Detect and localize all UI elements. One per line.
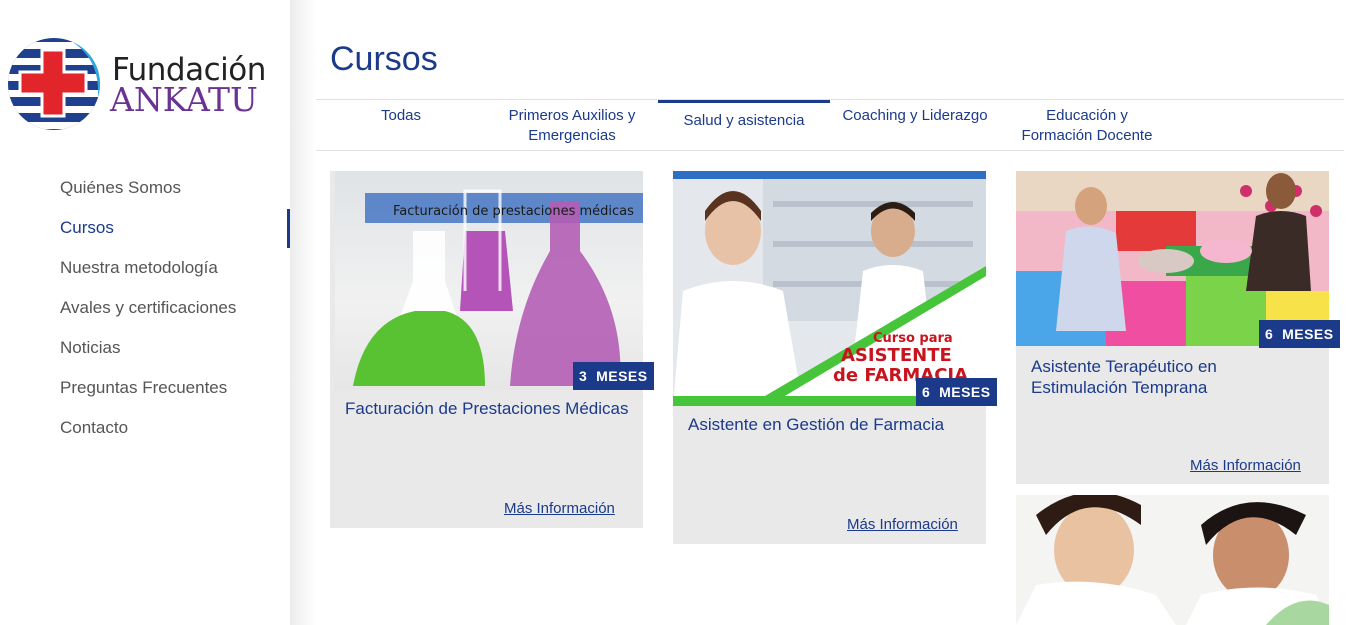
image-caption-line1: Curso para — [873, 331, 953, 346]
nav-item-contacto[interactable]: Contacto — [0, 408, 290, 448]
sidebar-nav: Quiénes Somos Cursos Nuestra metodología… — [0, 168, 290, 448]
tab-salud-asistencia[interactable]: Salud y asistencia — [658, 100, 830, 151]
nav-item-quienes-somos[interactable]: Quiénes Somos — [0, 168, 290, 208]
nav-item-avales[interactable]: Avales y certificaciones — [0, 288, 290, 328]
course-card-farmacia[interactable]: Curso para ASISTENTE de FARMACIA 6 MESES… — [673, 171, 997, 544]
tab-primeros-auxilios[interactable]: Primeros Auxilios y Emergencias — [500, 100, 644, 151]
nav-item-preguntas[interactable]: Preguntas Frecuentes — [0, 368, 290, 408]
lab-flasks-image: Facturación de prestaciones médicas — [335, 171, 643, 390]
duration-badge: 3 MESES — [573, 362, 654, 390]
nav-item-cursos[interactable]: Cursos — [0, 208, 290, 248]
course-card-estimulacion[interactable]: 6 MESES Asistente Terapéutico en Estimul… — [1016, 171, 1340, 484]
more-info-link[interactable]: Más Información — [504, 500, 615, 517]
more-info-link[interactable]: Más Información — [1190, 457, 1301, 474]
image-caption-line2: ASISTENTE — [841, 345, 952, 366]
tab-coaching[interactable]: Coaching y Liderazgo — [840, 100, 990, 151]
course-title[interactable]: Facturación de Prestaciones Médicas — [345, 398, 635, 419]
nav-item-metodologia[interactable]: Nuestra metodología — [0, 248, 290, 288]
course-image-farmacia[interactable]: Curso para ASISTENTE de FARMACIA — [673, 171, 986, 406]
more-info-link[interactable]: Más Información — [847, 516, 958, 533]
course-image-caregiver[interactable] — [1016, 495, 1329, 625]
site-logo[interactable]: Fundación ANKATU — [6, 36, 286, 136]
course-title[interactable]: Asistente Terapéutico en Estimulación Te… — [1031, 356, 1231, 398]
duration-badge: 6 MESES — [916, 378, 997, 406]
caregiver-elderly-image — [1016, 495, 1329, 625]
sidebar: Fundación ANKATU Quiénes Somos Cursos Nu… — [0, 0, 290, 625]
logo-text-ankatu: ANKATU — [110, 80, 258, 119]
pharmacy-staff-image: Curso para ASISTENTE de FARMACIA — [673, 171, 986, 406]
tab-todas[interactable]: Todas — [336, 100, 466, 151]
category-tabs: Todas Primeros Auxilios y Emergencias Sa… — [316, 99, 1344, 151]
nav-item-noticias[interactable]: Noticias — [0, 328, 290, 368]
duration-badge: 6 MESES — [1259, 320, 1340, 348]
logo-globe-icon — [8, 38, 100, 130]
sidebar-shadow — [290, 0, 316, 625]
course-image-facturacion[interactable]: Facturación de prestaciones médicas — [335, 171, 643, 390]
course-title[interactable]: Asistente en Gestión de Farmacia — [688, 414, 978, 435]
course-card-facturacion[interactable]: Facturación de prestaciones médicas 3 ME… — [330, 171, 654, 528]
page-title: Cursos — [330, 40, 438, 78]
tab-educacion[interactable]: Educación y Formación Docente — [1012, 100, 1162, 151]
course-card-partial[interactable] — [1016, 495, 1329, 625]
image-caption-text: Facturación de prestaciones médicas — [393, 204, 634, 219]
